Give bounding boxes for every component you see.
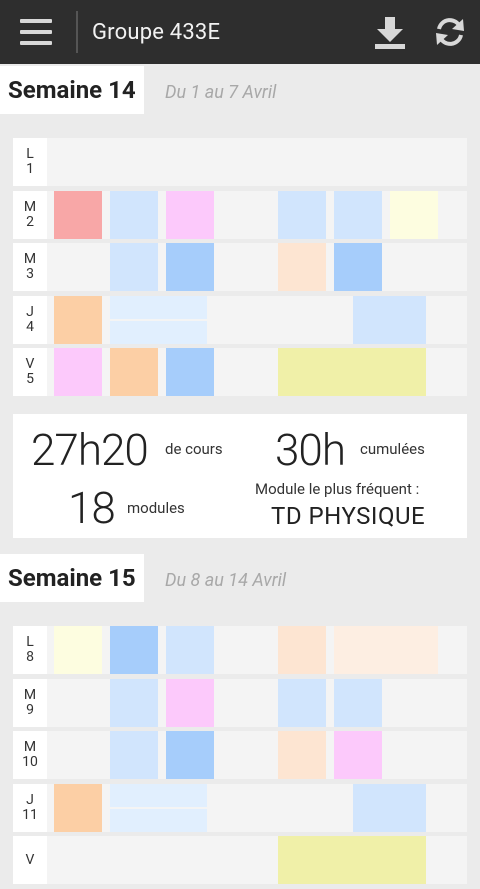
course-block[interactable] [334,626,438,674]
week-header: Semaine 15 Du 8 au 14 Avril [0,552,480,626]
day-label: M9 [13,678,47,727]
app-title: Groupe 433E [92,19,221,45]
week-grid: L1 M2 M3 J4 V5 [13,138,467,396]
frequent-module-label: Module le plus fréquent : [255,480,420,498]
hours-label: de cours [165,440,223,458]
day-row[interactable]: V5 [13,348,467,396]
course-block[interactable] [353,295,426,344]
frequent-module-value: TD PHYSIQUE [271,502,426,530]
course-block[interactable] [166,678,214,727]
course-block[interactable] [110,190,158,239]
course-block[interactable] [110,731,158,779]
course-block[interactable] [166,348,214,396]
week-grid: L8 M9 M 10 J 11 V [13,626,467,884]
day-row[interactable]: M2 [13,190,467,239]
cumul-label: cumulées [360,440,425,458]
course-block[interactable] [54,783,102,832]
day-row[interactable]: L1 [13,138,467,186]
course-block[interactable] [278,836,426,884]
refresh-icon [436,18,464,46]
course-block[interactable] [278,243,326,291]
course-block[interactable] [166,626,214,674]
refresh-button[interactable] [420,0,480,64]
course-block[interactable] [166,243,214,291]
course-block[interactable] [278,731,326,779]
day-row[interactable]: J 11 [13,783,467,832]
appbar-divider [76,11,78,53]
course-block[interactable] [110,678,158,727]
cumul-value: 30h [275,424,346,476]
week-range: Du 1 au 7 Avril [165,82,277,103]
day-label: V [13,836,47,884]
app-bar: Groupe 433E [0,0,480,64]
course-block[interactable] [110,808,207,832]
course-block[interactable] [278,626,326,674]
course-block[interactable] [110,348,158,396]
modules-value: 18 [68,482,116,534]
course-block[interactable] [110,243,158,291]
course-block[interactable] [334,190,382,239]
course-block[interactable] [278,348,426,396]
day-label: L1 [13,138,47,186]
course-block[interactable] [390,190,438,239]
modules-label: modules [127,499,185,517]
week-range: Du 8 au 14 Avril [165,570,287,591]
day-row[interactable]: M3 [13,243,467,291]
week-title: Semaine 15 [0,554,144,602]
day-label: M2 [13,190,47,239]
week-title: Semaine 14 [0,66,144,114]
download-button[interactable] [360,0,420,64]
course-block[interactable] [334,731,382,779]
course-block[interactable] [166,190,214,239]
hours-value: 27h20 [31,424,149,476]
day-label: M 10 [13,731,47,779]
download-icon [375,17,405,49]
day-row[interactable]: L8 [13,626,467,674]
day-row[interactable]: M 10 [13,731,467,779]
day-row[interactable]: V [13,836,467,884]
course-block[interactable] [54,190,102,239]
course-block[interactable] [110,783,207,807]
course-block[interactable] [278,678,326,727]
course-block[interactable] [54,295,102,344]
course-block[interactable] [278,190,326,239]
course-block[interactable] [334,243,382,291]
schedule-content: Semaine 14 Du 1 au 7 Avril L1 M2 M3 J4 V… [0,64,480,889]
course-block[interactable] [110,626,158,674]
day-label: L8 [13,626,47,674]
course-block[interactable] [110,295,207,319]
menu-button[interactable] [0,0,72,64]
course-block[interactable] [334,678,382,727]
course-block[interactable] [54,626,102,674]
day-label: J4 [13,295,47,344]
day-label: V5 [13,348,47,396]
hamburger-menu-icon [20,19,52,45]
day-label: J 11 [13,783,47,832]
course-block[interactable] [166,731,214,779]
week-header: Semaine 14 Du 1 au 7 Avril [0,64,480,138]
day-row[interactable]: M9 [13,678,467,727]
course-block[interactable] [54,348,102,396]
day-label: M3 [13,243,47,291]
course-block[interactable] [353,783,426,832]
day-row[interactable]: J4 [13,295,467,344]
week-stats-card: 27h20 de cours 30h cumulées 18 modules M… [13,414,467,538]
course-block[interactable] [110,320,207,344]
